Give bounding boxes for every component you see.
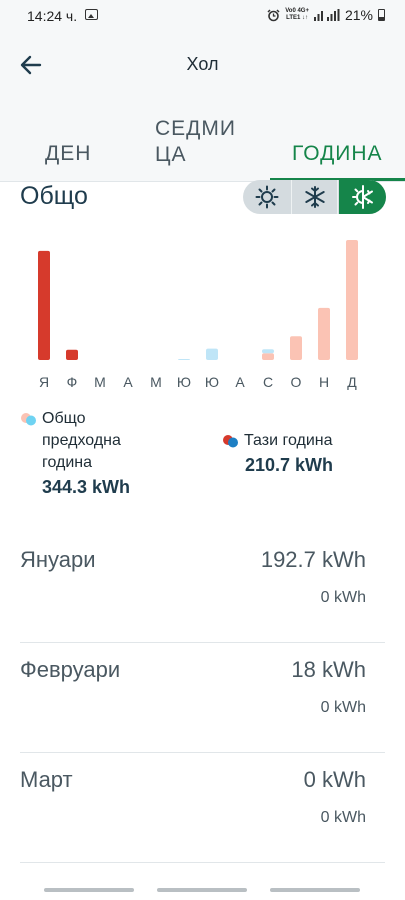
tab-week[interactable]: СЕДМИ ЦА [155, 116, 247, 168]
sun-snowflake-icon [351, 185, 373, 209]
x-tick-label: М [150, 374, 162, 390]
network-type: Vo0 4G+ LTE1 ↓↑ [285, 8, 309, 21]
x-tick-label: Д [347, 374, 357, 390]
signal-icon [313, 9, 340, 21]
legend-current-value: 210.7 kWh [245, 455, 334, 475]
heating-mode-button[interactable] [243, 180, 290, 214]
bar-previous-heat [262, 353, 274, 360]
month-name: Февруари [20, 657, 121, 682]
status-indicators: Vo0 4G+ LTE1 ↓↑ 21% [267, 7, 385, 23]
month-row-february[interactable]: Февруари 18 kWh 0 kWh [20, 643, 385, 753]
cooling-mode-button[interactable] [291, 180, 338, 214]
section-title: Общо [20, 182, 88, 210]
snowflake-icon [304, 186, 325, 208]
bar-previous-heat [290, 336, 302, 360]
month-row-january[interactable]: Януари 192.7 kWh 0 kWh [20, 533, 385, 643]
tab-week-label: СЕДМИ ЦА [155, 117, 236, 166]
all-modes-button[interactable] [339, 180, 386, 214]
x-tick-label: С [263, 374, 273, 390]
x-tick-label: М [94, 374, 106, 390]
tab-year[interactable]: ГОДИНА [292, 142, 383, 166]
legend-previous-year: Общо предходна година 344.3 kWh [20, 408, 220, 500]
x-tick-label: Ю [205, 374, 219, 390]
legend-previous-label: Общо предходна година [42, 410, 121, 471]
x-tick-label: Ф [67, 374, 78, 390]
bar-previous-cool [206, 348, 218, 360]
period-tabs: ДЕН СЕДМИ ЦА ГОДИНА [0, 114, 405, 182]
x-tick-label: О [291, 374, 302, 390]
system-nav-bar [0, 876, 405, 900]
month-name: Март [20, 767, 73, 792]
bar-previous-cool [262, 349, 274, 354]
sun-icon [255, 185, 278, 209]
month-name: Януари [20, 547, 96, 572]
alarm-icon [267, 8, 280, 21]
month-current-value: 0 kWh [303, 767, 366, 792]
battery-icon [378, 9, 385, 21]
page-title: Хол [186, 54, 219, 74]
month-previous-value: 0 kWh [320, 699, 366, 716]
legend-current-year: Тази година 210.7 kWh [222, 430, 397, 478]
app-header: Хол ДЕН СЕДМИ ЦА ГОДИНА [0, 32, 405, 182]
tab-day[interactable]: ДЕН [45, 142, 91, 166]
x-tick-label: Ю [177, 374, 191, 390]
month-current-value: 192.7 kWh [260, 547, 366, 572]
bar-previous-cool [178, 359, 190, 360]
battery-percent: 21% [344, 7, 373, 23]
nav-home-button[interactable] [157, 888, 247, 892]
legend-previous-value: 344.3 kWh [42, 477, 131, 497]
gallery-icon [85, 9, 98, 20]
bar-current [66, 349, 78, 360]
month-previous-value: 0 kWh [320, 809, 366, 826]
month-current-value: 18 kWh [291, 657, 366, 682]
bar-current [38, 250, 50, 360]
status-time: 14:24 ч. [27, 8, 78, 24]
status-bar: 14:24 ч. Vo0 4G+ LTE1 ↓↑ 21% [0, 0, 405, 32]
legend-previous-dot-icon [21, 413, 36, 426]
month-row-march[interactable]: Март 0 kWh 0 kWh [20, 753, 385, 863]
month-previous-value: 0 kWh [320, 589, 366, 606]
x-tick-label: Н [319, 374, 329, 390]
bar-previous-heat [318, 307, 330, 360]
mode-toggle [243, 180, 386, 214]
x-tick-label: Я [39, 374, 49, 390]
legend-current-dot-icon [223, 435, 238, 448]
energy-bar-chart: ЯФМАМЮЮАСОНД [38, 240, 358, 390]
x-tick-label: А [235, 374, 245, 390]
nav-recents-button[interactable] [44, 888, 134, 892]
bar-previous-heat [346, 240, 358, 360]
legend-current-label: Тази година [244, 432, 333, 449]
x-tick-label: А [123, 374, 133, 390]
nav-back-button[interactable] [270, 888, 360, 892]
